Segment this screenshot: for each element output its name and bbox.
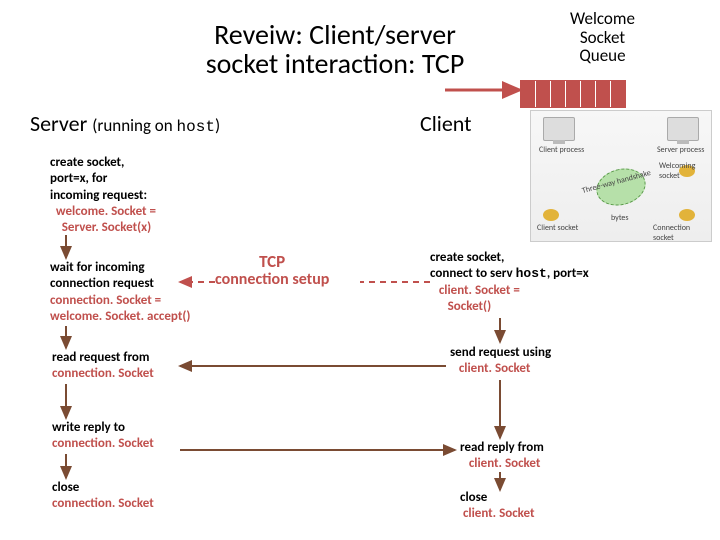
- step-create-server-socket: create socket, port=x, for incoming requ…: [50, 155, 220, 236]
- welcome-queue-label: Welcome Socket Queue: [570, 10, 635, 66]
- client-heading: Client: [420, 110, 472, 137]
- server-heading: Server (running on host): [30, 110, 220, 137]
- step-write-reply: write reply to connection. Socket: [52, 420, 192, 453]
- step-read-request: read request from connection. Socket: [52, 350, 202, 383]
- step-create-client-socket: create socket, connect to serv host, por…: [430, 250, 660, 315]
- title-line-2: socket interaction: TCP: [206, 46, 465, 81]
- socket-process-diagram: Client process Server process Welcoming …: [530, 110, 712, 242]
- welcome-queue-boxes: [520, 80, 626, 108]
- step-read-reply: read reply from client. Socket: [460, 440, 610, 473]
- step-close-client: close client. Socket: [460, 490, 600, 523]
- step-wait-incoming: wait for incoming connection request con…: [50, 260, 225, 325]
- step-send-request: send request using client. Socket: [450, 345, 650, 378]
- tcp-connection-setup-label: TCP connection setup: [215, 253, 329, 288]
- slide-title: Reveiw: Client/server socket interaction…: [160, 20, 510, 79]
- step-close-server: close connection. Socket: [52, 480, 192, 513]
